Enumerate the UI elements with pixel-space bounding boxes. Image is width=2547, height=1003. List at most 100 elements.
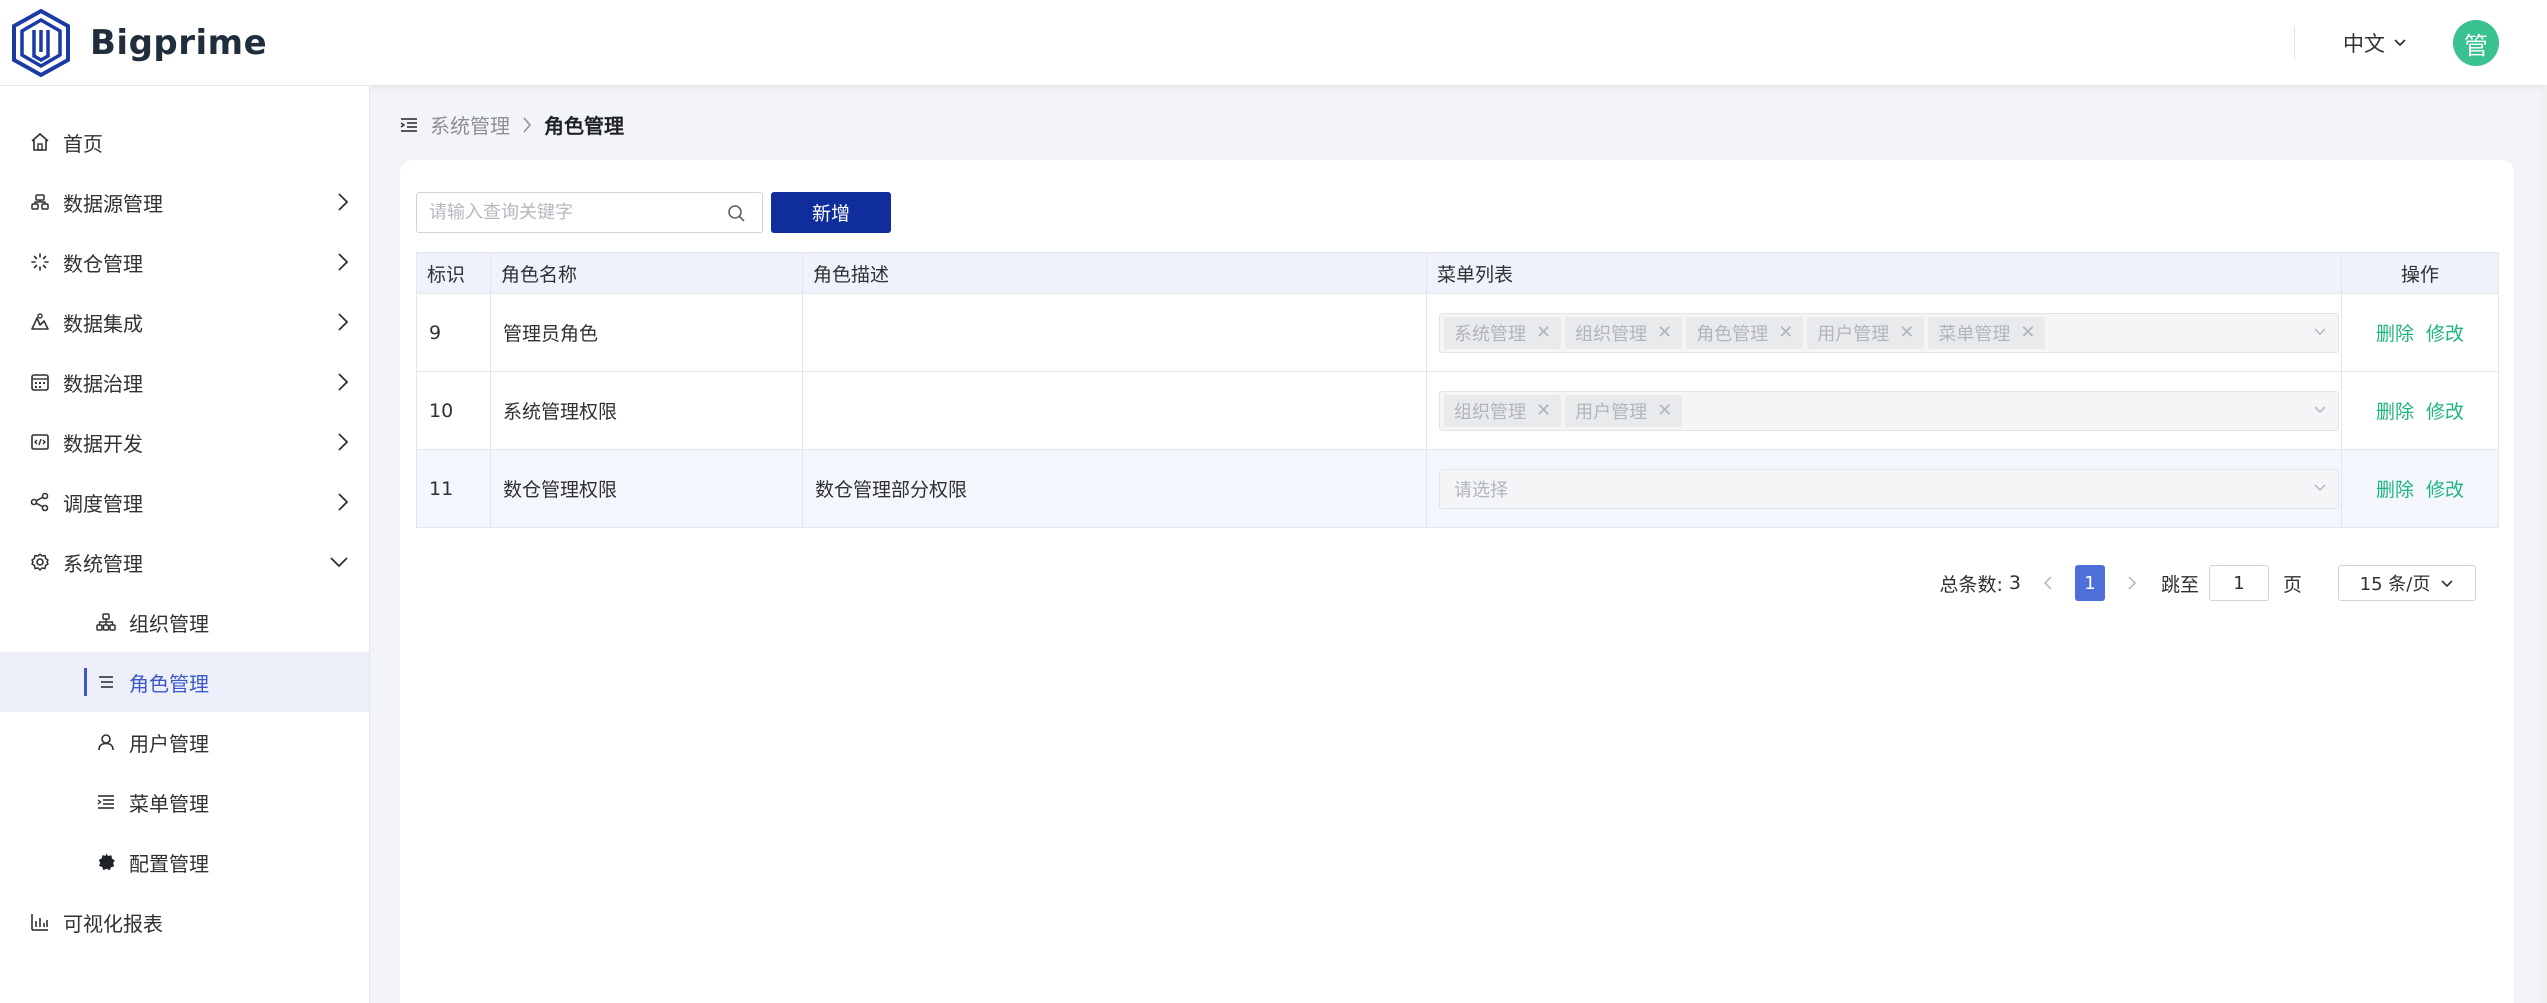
tag-label: 用户管理 — [1817, 323, 1890, 345]
cell-name: 数仓管理权限 — [491, 450, 803, 527]
sidebar-item-governance[interactable]: 数据治理 — [0, 352, 369, 412]
warehouse-icon — [29, 251, 51, 273]
sidebar-item-scheduling[interactable]: 调度管理 — [0, 472, 369, 532]
cell-actions: 删除 修改 — [2342, 372, 2498, 449]
cell-menus: 系统管理 ✕ 组织管理 ✕ 角色管理 ✕ 用户管理 ✕ 菜单管理 ✕ — [1427, 294, 2342, 371]
list-icon — [95, 671, 117, 693]
governance-icon — [29, 371, 51, 393]
sidebar-item-system[interactable]: 系统管理 — [0, 532, 369, 592]
chevron-right-icon — [338, 253, 349, 271]
chevron-right-icon — [338, 373, 349, 391]
cell-id: 11 — [417, 450, 491, 527]
chevron-down-icon — [2314, 327, 2326, 335]
close-icon[interactable]: ✕ — [1899, 322, 1914, 343]
sidebar-item-development[interactable]: 数据开发 — [0, 412, 369, 472]
chevron-down-icon — [2314, 483, 2326, 491]
language-switcher[interactable]: 中文 — [2343, 28, 2407, 58]
sidebar-item-label: 可视化报表 — [63, 911, 163, 936]
close-icon[interactable]: ✕ — [1778, 322, 1793, 343]
delete-button[interactable]: 删除 — [2376, 475, 2414, 502]
prev-page-button[interactable] — [2033, 565, 2063, 601]
edit-button[interactable]: 修改 — [2426, 319, 2464, 346]
sidebar-item-label: 角色管理 — [129, 671, 209, 696]
sidebar-item-roles[interactable]: 角色管理 — [0, 652, 369, 712]
page-size-value: 15 条/页 — [2359, 574, 2431, 595]
menu-tag: 用户管理 ✕ — [1565, 394, 1683, 427]
next-page-button[interactable] — [2117, 565, 2147, 601]
logo[interactable]: Bigprime — [10, 8, 267, 78]
tag-label: 用户管理 — [1575, 401, 1648, 423]
sidebar-item-datasource[interactable]: 数据源管理 — [0, 172, 369, 232]
sidebar-item-config[interactable]: 配置管理 — [0, 832, 369, 892]
menu-multiselect[interactable]: 请选择 — [1439, 468, 2339, 509]
sidebar-item-reports[interactable]: 可视化报表 — [0, 892, 369, 952]
app-title: Bigprime — [90, 22, 268, 63]
page-number-current[interactable]: 1 — [2074, 565, 2105, 601]
org-icon — [95, 611, 117, 633]
sidebar-item-label: 调度管理 — [63, 491, 143, 516]
close-icon[interactable]: ✕ — [1536, 322, 1551, 343]
menu-multiselect[interactable]: 组织管理 ✕ 用户管理 ✕ — [1439, 390, 2339, 431]
page-size-select[interactable]: 15 条/页 — [2338, 565, 2476, 601]
table-row: 9 管理员角色 系统管理 ✕ 组织管理 ✕ 角色管理 ✕ 用户管理 ✕ 菜单管理 ✕ 删除… — [417, 294, 2498, 372]
cell-menus: 请选择 — [1427, 450, 2342, 527]
sidebar-item-organization[interactable]: 组织管理 — [0, 592, 369, 652]
home-icon — [29, 131, 51, 153]
edit-button[interactable]: 修改 — [2426, 397, 2464, 424]
menu-multiselect[interactable]: 系统管理 ✕ 组织管理 ✕ 角色管理 ✕ 用户管理 ✕ 菜单管理 ✕ — [1439, 312, 2339, 353]
sidebar-item-users[interactable]: 用户管理 — [0, 712, 369, 772]
chevron-right-icon — [338, 193, 349, 211]
language-label: 中文 — [2343, 32, 2385, 56]
close-icon[interactable]: ✕ — [2020, 322, 2035, 343]
tag-label: 组织管理 — [1575, 323, 1648, 345]
config-icon — [95, 851, 117, 873]
top-header: Bigprime 中文 管 — [0, 0, 2547, 86]
add-button[interactable]: 新增 — [771, 192, 891, 233]
tag-label: 菜单管理 — [1938, 323, 2011, 345]
sidebar-item-menus[interactable]: 菜单管理 — [0, 772, 369, 832]
cell-description: 数仓管理部分权限 — [803, 450, 1427, 527]
share-icon — [29, 491, 51, 513]
page-unit-label: 页 — [2282, 573, 2302, 596]
cell-actions: 删除 修改 — [2342, 450, 2498, 527]
sidebar-item-integration[interactable]: 数据集成 — [0, 292, 369, 352]
delete-button[interactable]: 删除 — [2376, 319, 2414, 346]
sidebar-item-label: 数仓管理 — [63, 251, 143, 276]
search-icon[interactable] — [727, 204, 746, 227]
breadcrumb-parent[interactable]: 系统管理 — [430, 110, 510, 139]
sidebar-item-label: 用户管理 — [129, 731, 209, 756]
tag-label: 系统管理 — [1454, 323, 1526, 345]
jump-page-input[interactable] — [2208, 565, 2269, 601]
scrollbar[interactable] — [2541, 86, 2547, 1003]
close-icon[interactable]: ✕ — [1536, 400, 1551, 421]
cell-menus: 组织管理 ✕ 用户管理 ✕ — [1427, 372, 2342, 449]
sidebar-item-home[interactable]: 首页 — [0, 112, 369, 172]
edit-button[interactable]: 修改 — [2426, 475, 2464, 502]
sidebar-item-warehouse[interactable]: 数仓管理 — [0, 232, 369, 292]
column-header-actions: 操作 — [2342, 253, 2498, 293]
chevron-down-icon — [330, 557, 348, 568]
tag-label: 角色管理 — [1696, 323, 1769, 345]
menu-fold-icon[interactable] — [400, 116, 418, 134]
cell-id: 10 — [417, 372, 491, 449]
search-box — [416, 192, 763, 233]
menu-tag: 菜单管理 ✕ — [1928, 316, 2046, 349]
header-divider — [2294, 26, 2295, 60]
tag-label: 组织管理 — [1454, 401, 1526, 423]
menu-tag: 组织管理 ✕ — [1444, 394, 1562, 427]
chevron-right-icon — [338, 433, 349, 451]
jump-label: 跳至 — [2160, 573, 2199, 596]
sidebar-item-label: 数据集成 — [63, 311, 143, 336]
column-header-description: 角色描述 — [803, 253, 1427, 293]
breadcrumb-current: 角色管理 — [544, 114, 624, 138]
close-icon[interactable]: ✕ — [1657, 322, 1672, 343]
sidebar-item-label: 数据开发 — [63, 431, 143, 456]
search-input[interactable] — [417, 194, 717, 231]
close-icon[interactable]: ✕ — [1657, 400, 1672, 421]
chevron-down-icon — [2314, 405, 2326, 413]
avatar[interactable]: 管 — [2453, 20, 2499, 66]
delete-button[interactable]: 删除 — [2376, 397, 2414, 424]
chevron-down-icon — [2441, 579, 2453, 587]
column-header-menus: 菜单列表 — [1427, 253, 2342, 293]
total-count: 3 — [2008, 572, 2021, 594]
